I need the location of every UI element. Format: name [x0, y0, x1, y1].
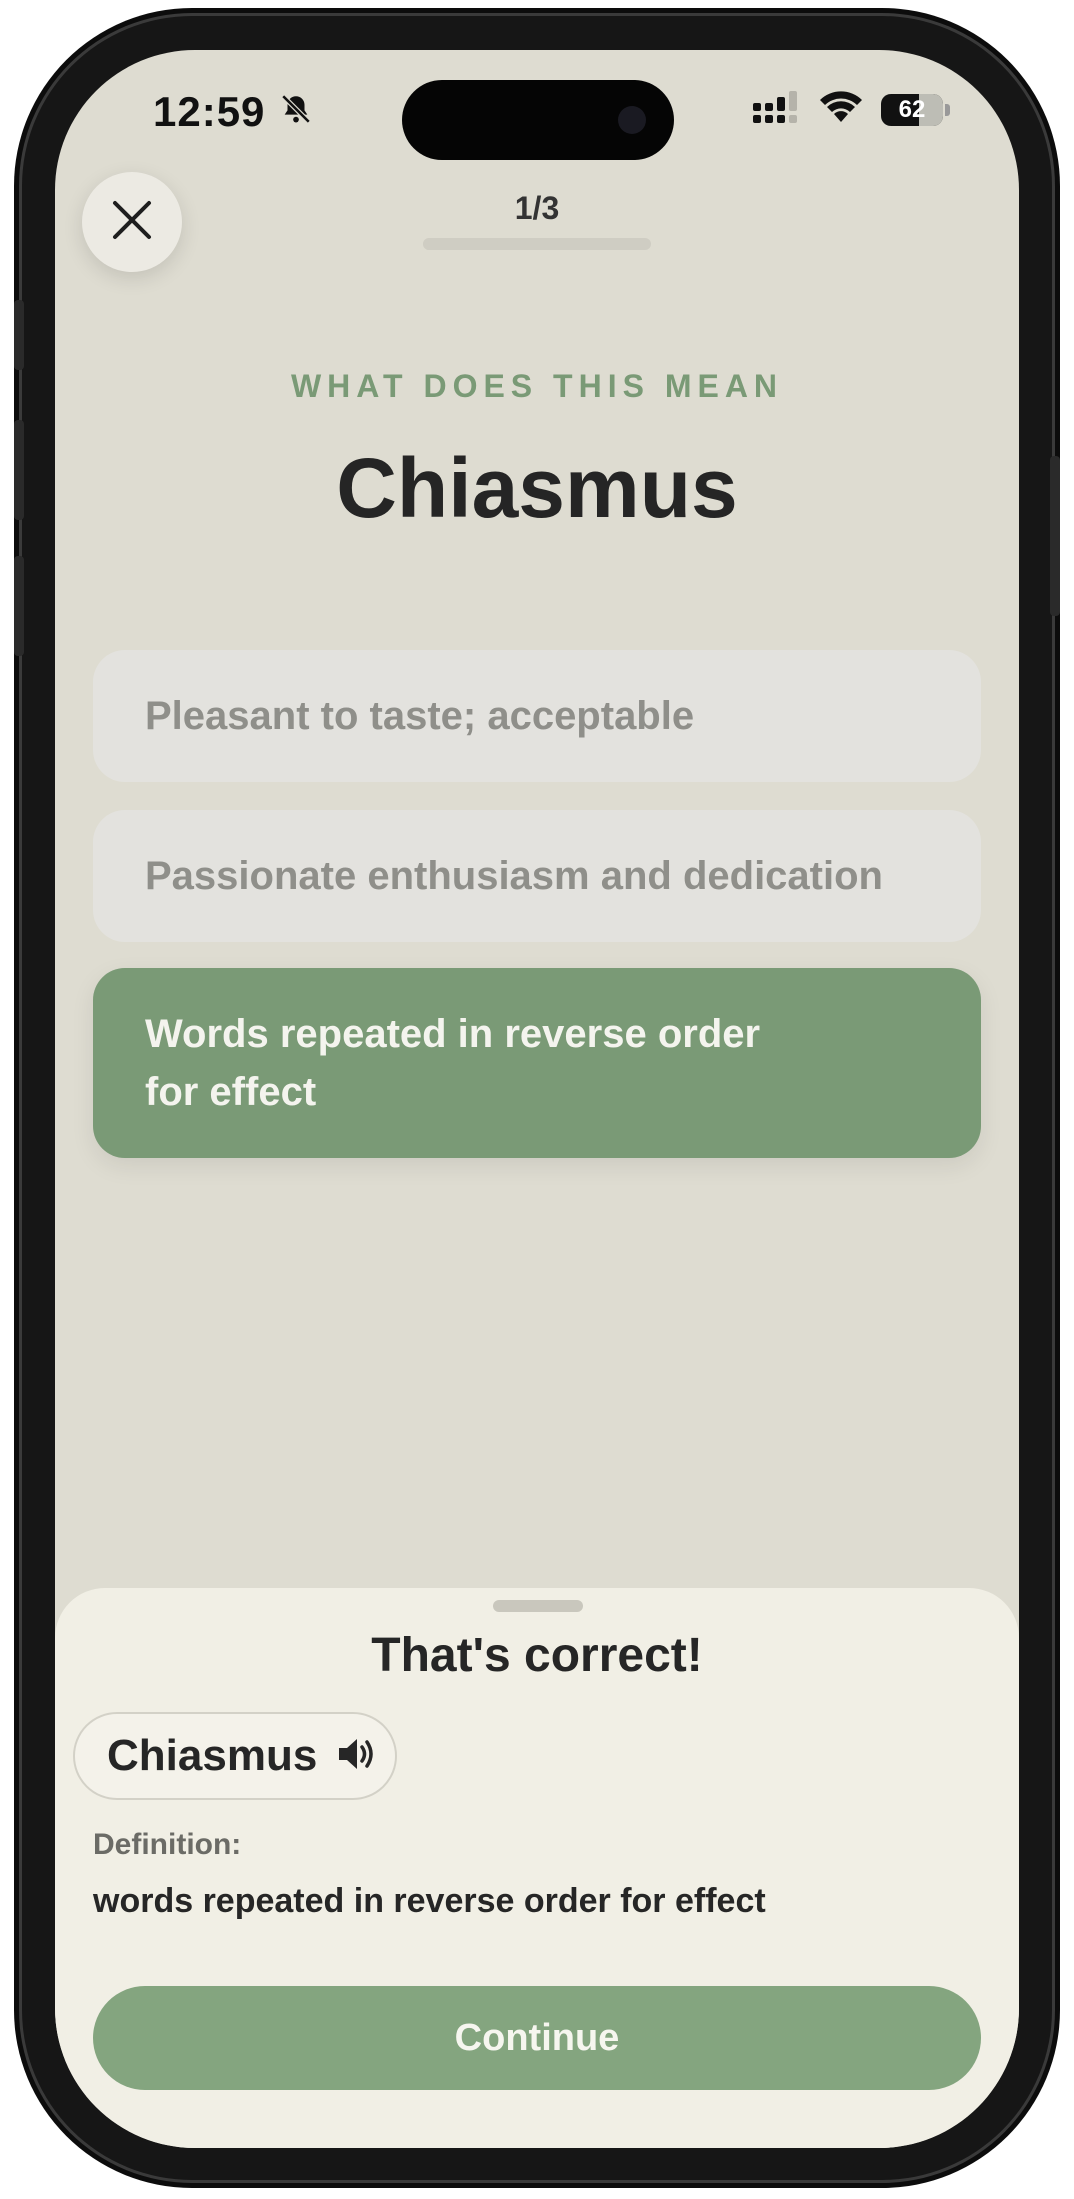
battery-level: 62 — [898, 95, 926, 123]
progress-bar — [423, 238, 651, 250]
volume-up-button — [14, 420, 24, 520]
signal-icon — [753, 91, 801, 128]
definition-text: words repeated in reverse order for effe… — [93, 1882, 766, 1920]
pronounce-term-button[interactable]: Chiasmus — [73, 1712, 397, 1800]
answer-option-1[interactable]: Pleasant to taste; acceptable — [93, 650, 981, 782]
status-time: 12:59 — [153, 88, 313, 136]
term-chip-label: Chiasmus — [107, 1731, 318, 1780]
mute-switch — [14, 300, 24, 370]
answer-option-text: Pleasant to taste; acceptable — [145, 693, 695, 738]
continue-label: Continue — [454, 2016, 620, 2059]
bell-slash-icon — [279, 88, 313, 136]
wifi-icon — [819, 90, 863, 129]
sheet-grabber[interactable] — [493, 1600, 583, 1612]
answer-option-text: Passionate enthusiasm and dedication — [145, 853, 883, 898]
answer-option-2[interactable]: Passionate enthusiasm and dedication — [93, 810, 981, 942]
battery-icon: 62 — [881, 93, 950, 126]
continue-button[interactable]: Continue — [93, 1986, 981, 2090]
power-button — [1050, 456, 1060, 616]
dynamic-island — [402, 80, 674, 160]
answer-option-3-correct[interactable]: Words repeated in reverse order for effe… — [93, 968, 981, 1158]
result-title: That's correct! — [371, 1629, 703, 1682]
progress-label: 1/3 — [514, 190, 560, 226]
term-title: Chiasmus — [336, 441, 738, 535]
volume-down-button — [14, 556, 24, 656]
result-sheet: That's correct! Chiasmus Definition: wor… — [55, 1588, 1019, 2148]
progress-fill — [423, 238, 499, 250]
camera-icon — [618, 106, 646, 134]
status-time-text: 12:59 — [153, 88, 266, 135]
app-screen: 12:59 62 1/3 WHAT DOES THIS MEAN Chiasmu… — [55, 50, 1019, 2148]
answer-option-text: Words repeated in reverse order for effe… — [145, 1012, 761, 1114]
status-indicators: 62 — [753, 90, 950, 129]
speaker-icon — [337, 1736, 377, 1777]
question-prompt: WHAT DOES THIS MEAN — [290, 368, 784, 404]
definition-label: Definition: — [93, 1828, 242, 1861]
